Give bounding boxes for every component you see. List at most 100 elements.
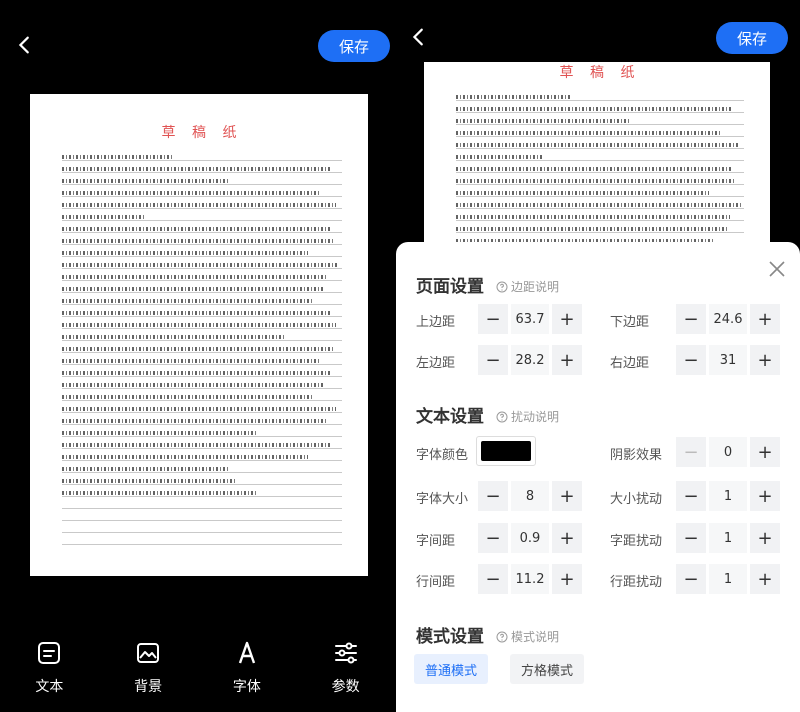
spacing-jitter-label: 字距扰动 bbox=[610, 534, 663, 549]
line-spacing-decrease-button[interactable]: − bbox=[478, 564, 508, 594]
toolbar-params-label: 参数 bbox=[331, 679, 360, 695]
paper-ruled-line bbox=[456, 140, 744, 149]
bottom-margin-label: 下边距 bbox=[610, 315, 650, 330]
toolbar-font-button[interactable]: 字体 bbox=[212, 640, 282, 712]
left-margin-increase-button[interactable]: + bbox=[552, 345, 582, 375]
char-spacing-increase-button[interactable]: + bbox=[552, 523, 582, 553]
back-button[interactable] bbox=[14, 34, 36, 56]
top-margin-increase-button[interactable]: + bbox=[552, 304, 582, 334]
grid-mode-button[interactable]: 方格模式 bbox=[510, 654, 584, 684]
handwritten-text-stroke bbox=[456, 227, 727, 231]
left-margin-value[interactable]: 28.2 bbox=[511, 345, 549, 375]
font-icon bbox=[238, 641, 256, 664]
handwritten-text-stroke bbox=[456, 95, 572, 99]
paper-ruled-line bbox=[456, 164, 744, 173]
paper-ruled-line bbox=[62, 320, 342, 329]
toolbar-text-button[interactable]: 文本 bbox=[14, 640, 84, 712]
line-spacing-stepper[interactable]: − 11.2 + bbox=[478, 564, 582, 594]
handwritten-text-stroke bbox=[62, 251, 309, 255]
handwritten-text-stroke bbox=[456, 119, 629, 123]
paper-ruled-line bbox=[62, 224, 342, 233]
size-jitter-decrease-button[interactable]: − bbox=[676, 481, 706, 511]
line-jitter-increase-button[interactable]: + bbox=[750, 564, 780, 594]
paper-ruled-line bbox=[62, 188, 342, 197]
image-icon bbox=[137, 643, 160, 663]
back-chevron-icon bbox=[18, 36, 29, 54]
bottom-margin-stepper[interactable]: − 24.6 + bbox=[676, 304, 780, 334]
line-jitter-stepper[interactable]: − 1 + bbox=[676, 564, 780, 594]
handwritten-text-stroke bbox=[62, 443, 331, 447]
paper-ruled-line bbox=[456, 224, 744, 233]
back-button-right[interactable] bbox=[408, 26, 430, 48]
size-jitter-label: 大小扰动 bbox=[610, 492, 663, 507]
left-margin-decrease-button[interactable]: − bbox=[478, 345, 508, 375]
char-spacing-decrease-button[interactable]: − bbox=[478, 523, 508, 553]
shadow-increase-button[interactable]: + bbox=[750, 437, 780, 467]
jitter-help-label: 扰动说明 bbox=[511, 410, 560, 424]
save-button[interactable]: 保存 bbox=[318, 30, 390, 62]
line-spacing-value[interactable]: 11.2 bbox=[511, 564, 549, 594]
shadow-decrease-button[interactable]: − bbox=[676, 437, 706, 467]
spacing-jitter-increase-button[interactable]: + bbox=[750, 523, 780, 553]
toolbar-background-button[interactable]: 背景 bbox=[113, 640, 183, 712]
font-size-decrease-button[interactable]: − bbox=[478, 481, 508, 511]
char-spacing-label: 字间距 bbox=[416, 534, 456, 549]
bottom-margin-value[interactable]: 24.6 bbox=[709, 304, 747, 334]
handwritten-text-stroke bbox=[456, 155, 543, 159]
font-color-picker[interactable] bbox=[476, 436, 536, 466]
size-jitter-increase-button[interactable]: + bbox=[750, 481, 780, 511]
top-margin-value[interactable]: 63.7 bbox=[511, 304, 549, 334]
font-size-label: 字体大小 bbox=[416, 492, 469, 507]
line-spacing-label: 行间距 bbox=[416, 575, 456, 590]
handwritten-text-stroke bbox=[456, 143, 739, 147]
shadow-stepper[interactable]: − 0 + bbox=[676, 437, 780, 467]
left-margin-stepper[interactable]: − 28.2 + bbox=[478, 345, 582, 375]
paper-ruled-line bbox=[456, 116, 744, 125]
handwriting-preview-paper: 草 稿 纸 bbox=[30, 94, 368, 576]
size-jitter-stepper[interactable]: − 1 + bbox=[676, 481, 780, 511]
line-jitter-decrease-button[interactable]: − bbox=[676, 564, 706, 594]
close-button[interactable] bbox=[768, 260, 786, 278]
spacing-jitter-value[interactable]: 1 bbox=[709, 523, 747, 553]
size-jitter-value[interactable]: 1 bbox=[709, 481, 747, 511]
text-icon bbox=[38, 642, 61, 664]
paper-ruled-line bbox=[62, 500, 342, 509]
bottom-margin-decrease-button[interactable]: − bbox=[676, 304, 706, 334]
margin-help-link[interactable]: 边距说明 bbox=[496, 278, 559, 295]
handwritten-text-stroke bbox=[62, 227, 331, 231]
right-margin-decrease-button[interactable]: − bbox=[676, 345, 706, 375]
toolbar-params-button[interactable]: 参数 bbox=[311, 640, 381, 712]
handwritten-text-stroke bbox=[456, 179, 736, 183]
right-margin-stepper[interactable]: − 31 + bbox=[676, 345, 780, 375]
paper-ruled-line bbox=[62, 536, 342, 545]
handwritten-text-stroke bbox=[62, 299, 314, 303]
normal-mode-button[interactable]: 普通模式 bbox=[414, 654, 488, 684]
font-size-value[interactable]: 8 bbox=[511, 481, 549, 511]
line-spacing-increase-button[interactable]: + bbox=[552, 564, 582, 594]
top-margin-decrease-button[interactable]: − bbox=[478, 304, 508, 334]
shadow-value[interactable]: 0 bbox=[709, 437, 747, 467]
font-color-swatch bbox=[481, 441, 531, 461]
jitter-help-link[interactable]: 扰动说明 bbox=[496, 408, 559, 425]
paper-ruled-line bbox=[62, 152, 342, 161]
right-margin-increase-button[interactable]: + bbox=[750, 345, 780, 375]
top-margin-stepper[interactable]: − 63.7 + bbox=[478, 304, 582, 334]
spacing-jitter-stepper[interactable]: − 1 + bbox=[676, 523, 780, 553]
mode-help-link[interactable]: 模式说明 bbox=[496, 628, 559, 645]
paper-ruled-line bbox=[62, 512, 342, 521]
paper-ruled-line bbox=[456, 188, 744, 197]
line-jitter-value[interactable]: 1 bbox=[709, 564, 747, 594]
char-spacing-stepper[interactable]: − 0.9 + bbox=[478, 523, 582, 553]
spacing-jitter-decrease-button[interactable]: − bbox=[676, 523, 706, 553]
save-button-right[interactable]: 保存 bbox=[716, 22, 788, 54]
bottom-margin-increase-button[interactable]: + bbox=[750, 304, 780, 334]
paper-ruled-line bbox=[456, 92, 744, 101]
handwritten-text-stroke bbox=[62, 359, 320, 363]
paper-ruled-line bbox=[62, 428, 342, 437]
paper-ruled-line bbox=[62, 296, 342, 305]
char-spacing-value[interactable]: 0.9 bbox=[511, 523, 549, 553]
font-size-stepper[interactable]: − 8 + bbox=[478, 481, 582, 511]
back-chevron-icon bbox=[412, 28, 423, 46]
font-size-increase-button[interactable]: + bbox=[552, 481, 582, 511]
right-margin-value[interactable]: 31 bbox=[709, 345, 747, 375]
